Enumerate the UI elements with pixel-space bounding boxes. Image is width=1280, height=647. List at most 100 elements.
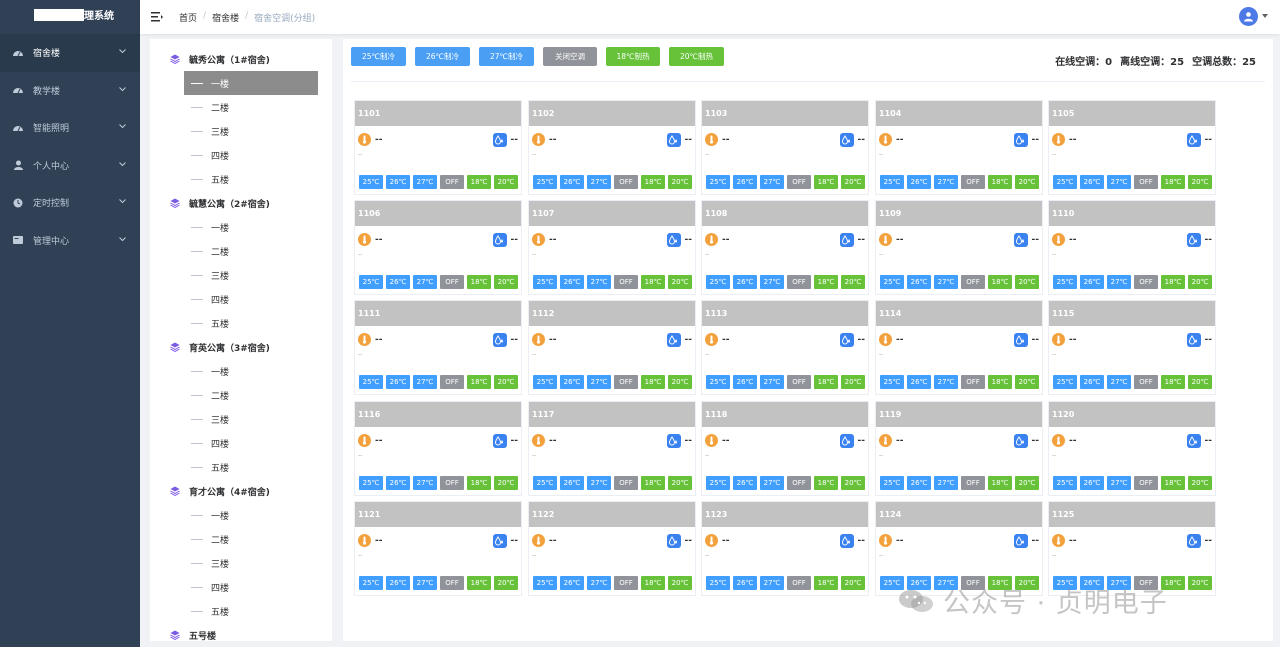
room-control-button[interactable]: 26℃ bbox=[907, 375, 931, 389]
tree-floor[interactable]: 一楼 bbox=[150, 359, 332, 383]
room-control-button[interactable]: 27℃ bbox=[934, 275, 958, 289]
group-control-button[interactable]: 26℃制冷 bbox=[415, 47, 470, 66]
tree-floor[interactable]: 五楼 bbox=[150, 599, 332, 623]
room-control-button[interactable]: 25℃ bbox=[359, 576, 383, 590]
room-control-button[interactable]: 27℃ bbox=[1107, 175, 1131, 189]
room-control-button[interactable]: OFF bbox=[440, 576, 464, 590]
breadcrumb-home[interactable]: 首页 bbox=[179, 11, 197, 24]
room-control-button[interactable]: 20℃ bbox=[494, 275, 518, 289]
room-control-button[interactable]: 27℃ bbox=[760, 576, 784, 590]
tree-floor[interactable]: 三楼 bbox=[150, 551, 332, 575]
room-control-button[interactable]: 20℃ bbox=[1188, 576, 1212, 590]
room-control-button[interactable]: 27℃ bbox=[934, 375, 958, 389]
room-control-button[interactable]: 26℃ bbox=[733, 476, 757, 490]
room-control-button[interactable]: OFF bbox=[614, 175, 638, 189]
room-control-button[interactable]: 26℃ bbox=[733, 275, 757, 289]
room-control-button[interactable]: 18℃ bbox=[467, 576, 491, 590]
room-control-button[interactable]: 27℃ bbox=[587, 576, 611, 590]
room-control-button[interactable]: 18℃ bbox=[641, 476, 665, 490]
room-control-button[interactable]: 26℃ bbox=[733, 175, 757, 189]
room-control-button[interactable]: 25℃ bbox=[533, 175, 557, 189]
room-control-button[interactable]: 18℃ bbox=[814, 275, 838, 289]
room-control-button[interactable]: 25℃ bbox=[880, 275, 904, 289]
room-control-button[interactable]: 20℃ bbox=[1015, 375, 1039, 389]
room-control-button[interactable]: 18℃ bbox=[467, 476, 491, 490]
room-control-button[interactable]: 18℃ bbox=[1161, 476, 1185, 490]
room-control-button[interactable]: 20℃ bbox=[668, 476, 692, 490]
room-control-button[interactable]: 27℃ bbox=[760, 375, 784, 389]
room-control-button[interactable]: 25℃ bbox=[1053, 375, 1077, 389]
tree-floor[interactable]: 一楼 bbox=[184, 71, 318, 95]
sidebar-item[interactable]: 智能照明 bbox=[0, 109, 140, 147]
room-control-button[interactable]: OFF bbox=[1134, 275, 1158, 289]
tree-building[interactable]: 育才公寓（4#宿舍) bbox=[150, 479, 332, 503]
room-control-button[interactable]: 20℃ bbox=[1015, 275, 1039, 289]
tree-floor[interactable]: 四楼 bbox=[150, 287, 332, 311]
room-control-button[interactable]: 25℃ bbox=[706, 175, 730, 189]
tree-floor[interactable]: 五楼 bbox=[150, 167, 332, 191]
room-control-button[interactable]: 25℃ bbox=[359, 275, 383, 289]
room-control-button[interactable]: 25℃ bbox=[533, 375, 557, 389]
room-control-button[interactable]: OFF bbox=[1134, 175, 1158, 189]
tree-floor[interactable]: 一楼 bbox=[150, 215, 332, 239]
room-control-button[interactable]: 27℃ bbox=[413, 576, 437, 590]
room-control-button[interactable]: 18℃ bbox=[1161, 175, 1185, 189]
room-control-button[interactable]: 25℃ bbox=[880, 476, 904, 490]
room-control-button[interactable]: 27℃ bbox=[1107, 375, 1131, 389]
room-control-button[interactable]: OFF bbox=[1134, 476, 1158, 490]
room-control-button[interactable]: 26℃ bbox=[386, 275, 410, 289]
room-control-button[interactable]: 26℃ bbox=[1080, 175, 1104, 189]
room-control-button[interactable]: OFF bbox=[614, 375, 638, 389]
room-control-button[interactable]: 18℃ bbox=[988, 476, 1012, 490]
room-control-button[interactable]: OFF bbox=[614, 476, 638, 490]
room-control-button[interactable]: 27℃ bbox=[413, 476, 437, 490]
room-control-button[interactable]: 20℃ bbox=[494, 175, 518, 189]
room-control-button[interactable]: 26℃ bbox=[386, 576, 410, 590]
room-control-button[interactable]: 26℃ bbox=[386, 476, 410, 490]
room-control-button[interactable]: 18℃ bbox=[467, 275, 491, 289]
room-control-button[interactable]: 20℃ bbox=[841, 476, 865, 490]
room-control-button[interactable]: OFF bbox=[614, 275, 638, 289]
room-control-button[interactable]: 25℃ bbox=[1053, 175, 1077, 189]
room-control-button[interactable]: OFF bbox=[440, 275, 464, 289]
room-control-button[interactable]: OFF bbox=[1134, 375, 1158, 389]
sidebar-item[interactable]: 管理中心 bbox=[0, 222, 140, 260]
room-control-button[interactable]: 25℃ bbox=[359, 476, 383, 490]
room-control-button[interactable]: 18℃ bbox=[641, 576, 665, 590]
tree-floor[interactable]: 二楼 bbox=[150, 239, 332, 263]
tree-building[interactable]: 毓慧公寓（2#宿舍) bbox=[150, 191, 332, 215]
sidebar-item[interactable]: 个人中心 bbox=[0, 147, 140, 185]
room-control-button[interactable]: 25℃ bbox=[706, 375, 730, 389]
user-avatar-icon[interactable] bbox=[1239, 7, 1258, 26]
tree-floor[interactable]: 三楼 bbox=[150, 263, 332, 287]
room-control-button[interactable]: 26℃ bbox=[1080, 275, 1104, 289]
room-control-button[interactable]: 26℃ bbox=[560, 476, 584, 490]
room-control-button[interactable]: 25℃ bbox=[880, 375, 904, 389]
sidebar-item[interactable]: 宿舍楼 bbox=[0, 34, 140, 72]
room-control-button[interactable]: OFF bbox=[440, 375, 464, 389]
room-control-button[interactable]: 20℃ bbox=[841, 375, 865, 389]
tree-floor[interactable]: 三楼 bbox=[150, 119, 332, 143]
room-control-button[interactable]: OFF bbox=[787, 576, 811, 590]
room-control-button[interactable]: 27℃ bbox=[413, 375, 437, 389]
room-control-button[interactable]: 26℃ bbox=[386, 375, 410, 389]
room-control-button[interactable]: 25℃ bbox=[1053, 275, 1077, 289]
tree-building[interactable]: 育英公寓（3#宿舍) bbox=[150, 335, 332, 359]
chevron-down-icon[interactable] bbox=[1262, 14, 1268, 18]
tree-building[interactable]: 毓秀公寓（1#宿舍) bbox=[150, 47, 332, 71]
tree-floor[interactable]: 五楼 bbox=[150, 311, 332, 335]
tree-floor[interactable]: 二楼 bbox=[150, 383, 332, 407]
room-control-button[interactable]: 25℃ bbox=[706, 476, 730, 490]
room-control-button[interactable]: 18℃ bbox=[988, 275, 1012, 289]
room-control-button[interactable]: 27℃ bbox=[760, 175, 784, 189]
room-control-button[interactable]: 26℃ bbox=[560, 375, 584, 389]
room-control-button[interactable]: 18℃ bbox=[814, 175, 838, 189]
room-control-button[interactable]: OFF bbox=[614, 576, 638, 590]
room-control-button[interactable]: 25℃ bbox=[533, 275, 557, 289]
room-control-button[interactable]: 25℃ bbox=[706, 275, 730, 289]
room-control-button[interactable]: 20℃ bbox=[841, 175, 865, 189]
room-control-button[interactable]: OFF bbox=[787, 476, 811, 490]
group-control-button[interactable]: 25℃制冷 bbox=[351, 47, 406, 66]
room-control-button[interactable]: 20℃ bbox=[1188, 175, 1212, 189]
room-control-button[interactable]: 18℃ bbox=[641, 375, 665, 389]
